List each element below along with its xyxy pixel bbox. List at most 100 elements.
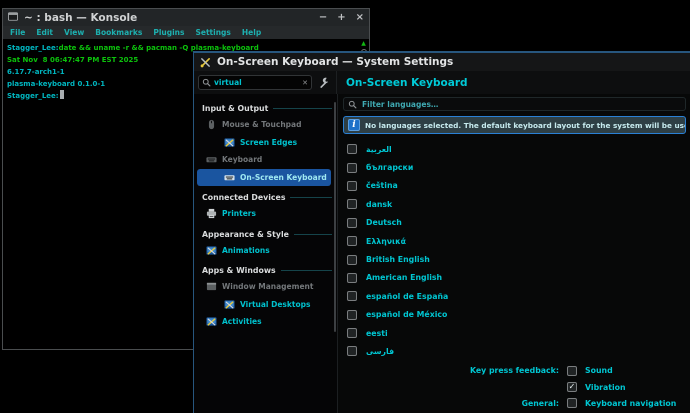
sidebar-section-label: Apps & Windows: [202, 266, 276, 275]
scroll-up-icon[interactable]: ▲: [361, 40, 366, 47]
sidebar-section-label: Input & Output: [202, 104, 268, 113]
language-label: Ελληνικά: [366, 237, 406, 246]
search-icon: [348, 100, 357, 109]
tools-icon: [200, 57, 211, 68]
minimize-button[interactable]: −: [319, 13, 327, 23]
terminal-text: Sat Nov 8 06:47:47 PM EST 2025: [7, 56, 138, 64]
sidebar-item-virtual-desktops[interactable]: Virtual Desktops: [197, 296, 331, 314]
maximize-button[interactable]: +: [337, 13, 345, 23]
sidebar-item-animations[interactable]: Animations: [197, 242, 331, 260]
menu-item-bookmarks[interactable]: Bookmarks: [95, 28, 142, 37]
sidebar-item-mouse-touchpad[interactable]: Mouse & Touchpad: [197, 116, 331, 134]
language-row[interactable]: British English: [343, 250, 686, 268]
language-label: العربية: [366, 145, 392, 154]
sidebar-item-on-screen-keyboard[interactable]: On-Screen Keyboard: [197, 169, 331, 187]
sidebar-section-header: Connected Devices: [194, 190, 334, 205]
language-row[interactable]: فارسی: [343, 342, 686, 360]
language-label: eesti: [366, 329, 388, 338]
language-row[interactable]: čeština: [343, 177, 686, 195]
sidebar-section-header: Appearance & Style: [194, 227, 334, 242]
sidebar-item-label: Mouse & Touchpad: [222, 120, 301, 129]
settings-body: Input & Output Mouse & Touchpad Screen Edg…: [194, 94, 690, 413]
language-row[interactable]: eesti: [343, 324, 686, 342]
language-row[interactable]: dansk: [343, 195, 686, 213]
sidebar-item-label: On-Screen Keyboard: [240, 173, 327, 182]
search-icon: [202, 78, 211, 87]
menu-item-view[interactable]: View: [64, 28, 84, 37]
settings-content: Filter languages… i No languages selecte…: [338, 94, 690, 413]
toolbar-divider: [336, 71, 337, 94]
feedback-row: ✓Vibration: [343, 379, 686, 395]
filter-languages-input[interactable]: Filter languages…: [343, 97, 686, 111]
language-label: American English: [366, 273, 442, 282]
language-checkbox[interactable]: [347, 310, 357, 320]
sidebar-item-window-management[interactable]: Window Management: [197, 278, 331, 296]
settings-toolbar: virtual ✕ On-Screen Keyboard: [194, 71, 690, 94]
settings-sidebar: Input & Output Mouse & Touchpad Screen Edg…: [194, 94, 338, 413]
language-checkbox[interactable]: [347, 218, 357, 228]
sidebar-section-header: Apps & Windows: [194, 263, 334, 278]
sidebar-item-keyboard[interactable]: Keyboard: [197, 151, 331, 169]
sidebar-item-label: Printers: [222, 209, 256, 218]
clear-search-icon[interactable]: ✕: [302, 79, 308, 87]
konsole-window-title: ~ : bash — Konsole: [24, 12, 137, 24]
language-row[interactable]: български: [343, 158, 686, 176]
menu-item-file[interactable]: File: [10, 28, 25, 37]
menu-item-settings[interactable]: Settings: [195, 28, 230, 37]
menu-item-plugins[interactable]: Plugins: [153, 28, 184, 37]
language-row[interactable]: Ελληνικά: [343, 232, 686, 250]
window-icon: [206, 281, 217, 292]
menu-item-help[interactable]: Help: [242, 28, 261, 37]
language-row[interactable]: American English: [343, 269, 686, 287]
page-title: On-Screen Keyboard: [346, 77, 468, 89]
terminal-icon: [8, 12, 19, 23]
language-checkbox[interactable]: [347, 273, 357, 283]
language-label: Deutsch: [366, 218, 402, 227]
language-row[interactable]: العربية: [343, 140, 686, 158]
konsole-titlebar[interactable]: ~ : bash — Konsole − + ×: [3, 9, 369, 26]
language-checkbox[interactable]: [347, 163, 357, 173]
menu-item-edit[interactable]: Edit: [36, 28, 53, 37]
vibration-checkbox[interactable]: ✓: [567, 382, 577, 392]
language-checkbox[interactable]: [347, 199, 357, 209]
search-value: virtual: [214, 78, 299, 87]
terminal-text: 6.17.7-arch1-1: [7, 68, 65, 76]
settings-titlebar[interactable]: On-Screen Keyboard — System Settings: [194, 53, 690, 71]
config-icon: [224, 137, 235, 148]
sidebar-item-printers[interactable]: Printers: [197, 205, 331, 223]
feedback-group-label: General:: [343, 399, 559, 408]
sound-checkbox[interactable]: [567, 366, 577, 376]
language-checkbox[interactable]: [347, 291, 357, 301]
section-divider: [281, 270, 332, 271]
sidebar-item-label: Window Management: [222, 282, 313, 291]
keyboard-navigation-checkbox[interactable]: [567, 398, 577, 408]
language-checkbox[interactable]: [347, 181, 357, 191]
terminal-text: Stagger_Lee:: [7, 44, 59, 52]
language-checkbox[interactable]: [347, 236, 357, 246]
sidebar-item-activities[interactable]: Activities: [197, 313, 331, 331]
close-button[interactable]: ×: [356, 13, 364, 23]
config-icon: [206, 245, 217, 256]
mouse-icon: [206, 119, 217, 130]
feedback-row: Key press feedback:Sound: [343, 363, 686, 379]
language-row[interactable]: español de México: [343, 306, 686, 324]
language-checkbox[interactable]: [347, 346, 357, 356]
search-input[interactable]: virtual ✕: [198, 75, 312, 90]
filter-placeholder: Filter languages…: [362, 100, 438, 109]
language-row[interactable]: Deutsch: [343, 214, 686, 232]
language-checkbox[interactable]: [347, 144, 357, 154]
settings-window-title: On-Screen Keyboard — System Settings: [217, 56, 453, 68]
language-label: čeština: [366, 181, 398, 190]
language-checkbox[interactable]: [347, 255, 357, 265]
language-row[interactable]: español de España: [343, 287, 686, 305]
sidebar-scrollbar-thumb[interactable]: [334, 102, 336, 332]
sidebar-section-label: Connected Devices: [202, 193, 285, 202]
sidebar-item-screen-edges[interactable]: Screen Edges: [197, 134, 331, 152]
section-divider: [294, 234, 332, 235]
configure-button[interactable]: [312, 73, 334, 92]
language-checkbox[interactable]: [347, 328, 357, 338]
terminal-cursor: [60, 90, 64, 99]
window-controls: − + ×: [319, 13, 364, 23]
info-banner-text: No languages selected. The default keybo…: [365, 121, 686, 130]
check-icon: ✓: [569, 383, 576, 391]
